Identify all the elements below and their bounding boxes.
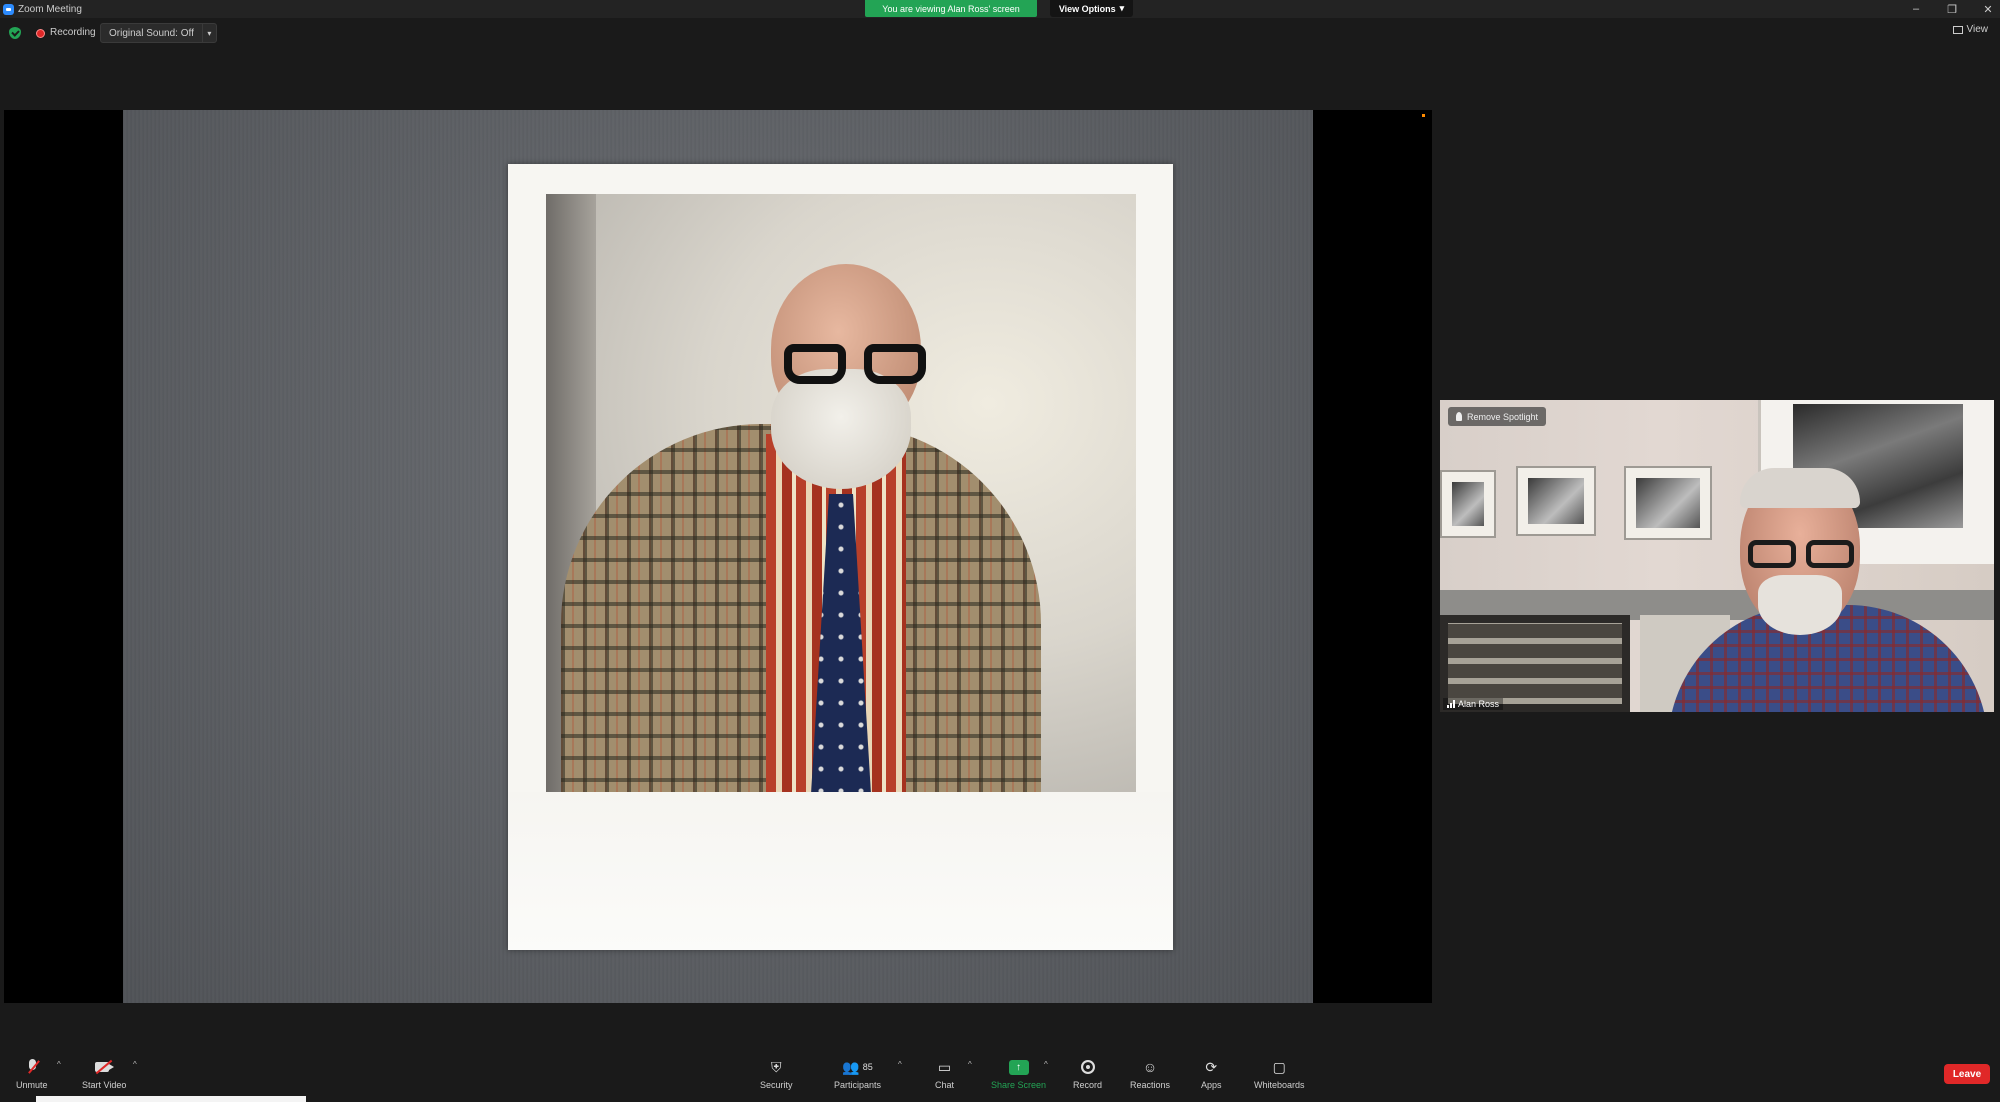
share-screen-label: Share Screen — [991, 1080, 1047, 1090]
participants-count: 85 — [862, 1062, 873, 1072]
camera-off-icon — [94, 1058, 115, 1076]
viewing-screen-banner: You are viewing Alan Ross' screen — [865, 0, 1037, 17]
chevron-down-icon[interactable]: ▾ — [201, 24, 216, 42]
participants-label: Participants — [834, 1080, 882, 1090]
view-grid-icon — [1952, 25, 1963, 34]
view-options-label: View Options — [1058, 3, 1116, 14]
security-shield-icon: ⛨ — [771, 1058, 782, 1075]
audio-options-caret[interactable]: ^ — [57, 1060, 61, 1069]
taskbar-strip — [36, 1096, 306, 1102]
chat-options-caret[interactable]: ^ — [968, 1060, 972, 1069]
whiteboard-icon: ▢ — [1272, 1058, 1286, 1075]
participant-video-tile[interactable]: Remove Spotlight Alan Ross — [1440, 400, 1994, 712]
shield-check-icon[interactable] — [9, 27, 21, 39]
participant-name: Alan Ross — [1458, 699, 1500, 709]
portrait-photo — [546, 194, 1136, 792]
reactions-icon: ☺ — [1142, 1059, 1158, 1075]
share-screen-icon: ↑ — [1008, 1059, 1029, 1075]
view-label: View — [1966, 24, 1989, 35]
unmute-label: Unmute — [16, 1080, 48, 1090]
apps-icon: ⟳ — [1205, 1058, 1218, 1075]
share-screen-button[interactable]: ↑ Share Screen — [991, 1058, 1046, 1090]
start-video-label: Start Video — [82, 1080, 127, 1090]
record-button[interactable]: Record — [1073, 1058, 1102, 1090]
chevron-down-icon: ▾ — [1119, 3, 1125, 13]
record-label: Record — [1073, 1080, 1103, 1090]
start-video-button[interactable]: Start Video — [82, 1058, 126, 1090]
window-controls: – ❐ ✕ — [1910, 0, 1994, 18]
participant-name-tag: Alan Ross — [1443, 698, 1504, 710]
meeting-toolbar: Unmute ^ Start Video ^ ⛨ Security 👥 85 Pa… — [0, 1048, 2000, 1102]
chat-button[interactable]: ▭ Chat — [935, 1058, 955, 1091]
view-options-button[interactable]: View Options ▾ — [1050, 0, 1133, 17]
reactions-label: Reactions — [1130, 1080, 1171, 1090]
record-dot-icon — [36, 29, 45, 38]
apps-button[interactable]: ⟳ Apps — [1201, 1058, 1222, 1091]
shared-screen — [4, 110, 1432, 1003]
record-icon — [1080, 1060, 1095, 1074]
signal-bars-icon — [1447, 700, 1455, 708]
video-options-caret[interactable]: ^ — [133, 1060, 137, 1069]
participants-icon: 👥 — [842, 1058, 860, 1075]
leave-button[interactable]: Leave — [1944, 1064, 1990, 1084]
original-sound-toggle[interactable]: Original Sound: Off ▾ — [100, 23, 217, 43]
whiteboards-label: Whiteboards — [1254, 1080, 1305, 1090]
security-button[interactable]: ⛨ Security — [760, 1058, 793, 1091]
remove-spotlight-button[interactable]: Remove Spotlight — [1448, 407, 1547, 426]
chat-icon: ▭ — [937, 1058, 952, 1075]
chat-label: Chat — [935, 1080, 955, 1090]
view-button[interactable]: View — [1952, 24, 1989, 35]
polaroid-print — [508, 164, 1173, 950]
remove-spotlight-label: Remove Spotlight — [1467, 411, 1539, 422]
window-title: Zoom Meeting — [18, 3, 82, 15]
unmute-button[interactable]: Unmute — [16, 1058, 48, 1090]
share-indicator-dot — [1422, 114, 1425, 117]
original-sound-label[interactable]: Original Sound: Off — [101, 28, 202, 39]
mic-muted-icon — [25, 1058, 40, 1076]
whiteboards-button[interactable]: ▢ Whiteboards — [1254, 1058, 1305, 1091]
zoom-app-icon — [3, 3, 14, 15]
shared-screen-backdrop — [123, 110, 1313, 1003]
reactions-button[interactable]: ☺ Reactions — [1130, 1058, 1170, 1090]
participants-button[interactable]: 👥 85 Participants — [834, 1058, 882, 1091]
security-label: Security — [760, 1080, 793, 1090]
restore-icon[interactable]: ❐ — [1946, 3, 1958, 16]
pin-icon — [1456, 412, 1462, 421]
share-options-caret[interactable]: ^ — [1044, 1060, 1048, 1069]
zoom-meeting-window: Zoom Meeting – ❐ ✕ You are viewing Alan … — [0, 0, 2000, 1102]
participants-options-caret[interactable]: ^ — [898, 1060, 902, 1069]
apps-label: Apps — [1201, 1080, 1222, 1090]
close-icon[interactable]: ✕ — [1982, 3, 1994, 16]
recording-label: Recording — [50, 27, 96, 38]
minimize-icon[interactable]: – — [1910, 3, 1922, 15]
